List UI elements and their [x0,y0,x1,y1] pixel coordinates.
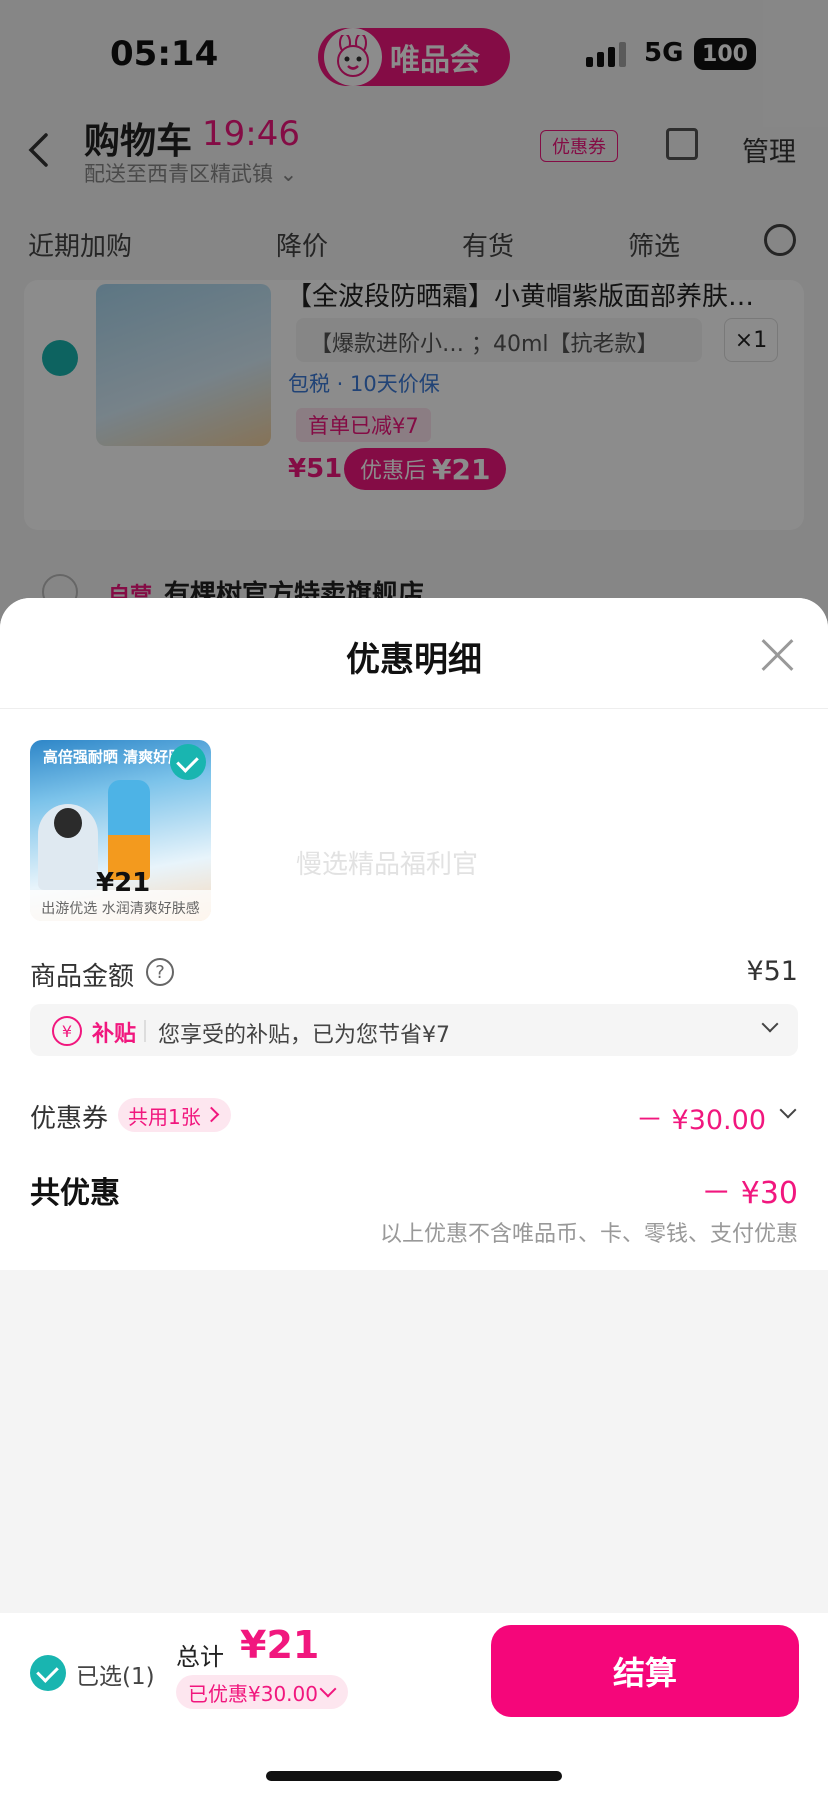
discount-note: 以上优惠不含唯品币、卡、零钱、支付优惠 [379,1222,798,1247]
selected-count: 已选(1) [76,1664,155,1690]
thumbnail-price: ¥21 [96,868,151,898]
coupon-count-pill[interactable]: 共用1张 [118,1098,231,1132]
total-discount-label: 共优惠 [30,1176,120,1211]
coupon-count-text: 共用1张 [128,1104,201,1129]
model-figure [38,804,98,890]
saved-amount-pill[interactable]: 已优惠¥30.00 [176,1675,348,1709]
sunscreen-bottle-icon [108,780,150,880]
select-all-checkbox[interactable] [30,1655,66,1691]
chevron-down-icon [761,1015,779,1033]
home-indicator [266,1771,562,1781]
checkout-button[interactable]: 结算 [491,1625,799,1717]
goods-amount-label: 商品金额 [30,962,135,992]
total-discount-value: － ¥30 [701,1176,798,1211]
watermark-text: 慢选精品福利官 [296,850,479,880]
total-price: ¥21 [240,1623,320,1667]
chevron-right-icon [203,1106,220,1123]
coupon-value[interactable]: － ¥30.00 [636,1098,766,1137]
help-icon[interactable]: ? [146,958,174,986]
money-bag-icon: ¥ [52,1016,82,1046]
sheet-title: 优惠明细 [346,640,482,680]
coupon-label: 优惠券 [30,1104,109,1134]
total-label: 总计 [176,1643,224,1671]
subsidy-text: 您享受的补贴，已为您节省¥7 [158,1023,450,1048]
thumbnail-caption: 出游优选 水润清爽好肤感 [41,901,200,917]
goods-amount-value: ¥51 [746,956,798,987]
discount-detail-sheet: 优惠明细 高倍强耐晒 清爽好肤感 ¥21 出游优选 水润清爽好肤感 慢选精品福利… [0,598,828,1613]
close-icon[interactable] [760,638,794,672]
checkout-bar: 已选(1) 总计 ¥21 已优惠¥30.00 结算 [0,1613,828,1795]
separator [144,1020,146,1042]
chevron-down-icon [319,1680,337,1698]
subsidy-row[interactable]: ¥ 补贴 您享受的补贴，已为您节省¥7 [30,1004,798,1056]
subsidy-tag: 补贴 [92,1022,137,1047]
divider [0,708,828,709]
saved-amount-text: 已优惠¥30.00 [188,1681,318,1706]
check-icon [170,744,206,780]
